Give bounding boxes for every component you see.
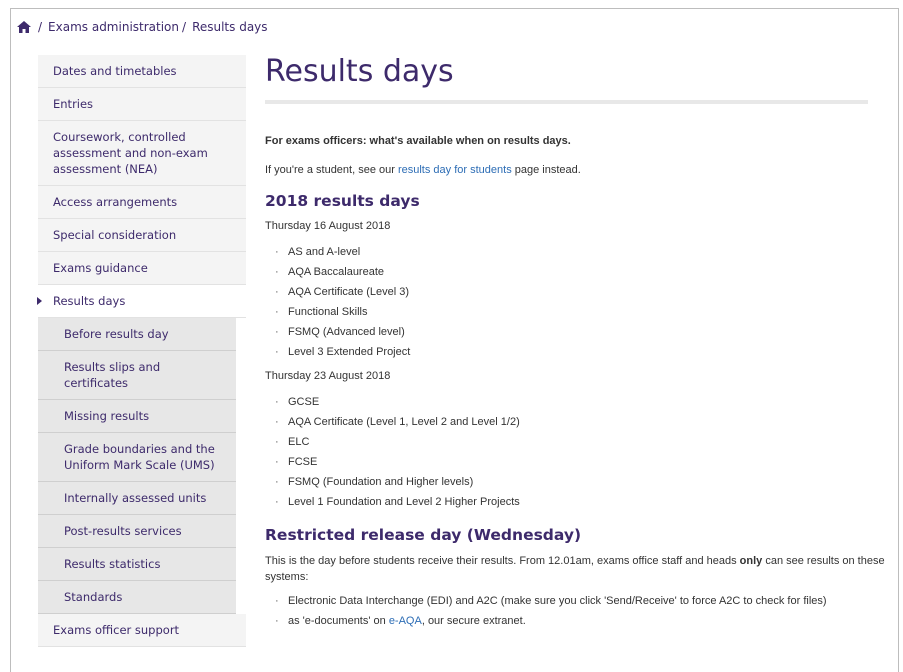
date-16-august: Thursday 16 August 2018	[265, 220, 391, 232]
breadcrumb-exams-administration[interactable]: Exams administration	[48, 20, 179, 34]
list-23-august: · GCSE · AQA Certificate (Level 1, Level 2…	[265, 392, 895, 512]
list-item: · AQA Certificate (Level 1, Level 2 and L…	[275, 416, 520, 428]
sidebar-subitem-grade-boundaries[interactable]: Grade boundaries and the Uniform Mark Sc…	[38, 433, 236, 482]
page-title: Results days	[265, 54, 454, 89]
sidebar-item-access-arrangements[interactable]: Access arrangements	[38, 186, 246, 219]
list-item: · FSMQ (Advanced level)	[275, 326, 405, 338]
home-icon[interactable]	[17, 21, 31, 33]
student-note-pre: If you're a student, see our	[265, 164, 398, 176]
list-item: · Functional Skills	[275, 306, 368, 318]
sidebar-nav: Dates and timetables Entries Coursework,…	[37, 55, 246, 647]
sidebar-item-special-consideration[interactable]: Special consideration	[38, 219, 246, 252]
sidebar-item-coursework[interactable]: Coursework, controlled assessment and no…	[38, 121, 246, 186]
sidebar-item-entries[interactable]: Entries	[38, 88, 246, 121]
sidebar-item-results-days[interactable]: Results days	[37, 285, 246, 318]
results-day-for-students-link[interactable]: results day for students	[398, 164, 512, 176]
date-23-august: Thursday 23 August 2018	[265, 370, 391, 382]
sidebar-item-exams-officer-support[interactable]: Exams officer support	[38, 614, 246, 647]
sidebar-subitem-before-results-day[interactable]: Before results day	[38, 318, 236, 351]
main-content: Results days For exams officers: what's …	[265, 52, 895, 631]
list-item: · FSMQ (Foundation and Higher levels)	[275, 476, 474, 488]
list-item: · AQA Certificate (Level 3)	[275, 286, 410, 298]
list-item: · Level 1 Foundation and Level 2 Higher P…	[275, 496, 520, 508]
list-item: · AS and A-level	[275, 246, 361, 258]
list-16-august: · AS and A-level · AQA Baccalaureate · AQA …	[265, 242, 895, 362]
intro-text: For exams officers: what's available whe…	[265, 135, 571, 147]
sidebar-subitem-missing-results[interactable]: Missing results	[38, 400, 236, 433]
sidebar-subitem-post-results-services[interactable]: Post-results services	[38, 515, 236, 548]
list-item: · as 'e-documents' on e-AQA, our secure e…	[275, 615, 526, 627]
list-item: · FCSE	[275, 456, 318, 468]
heading-2018-results-days: 2018 results days	[265, 192, 420, 210]
sidebar-item-dates-and-timetables[interactable]: Dates and timetables	[38, 55, 246, 88]
breadcrumb: / Exams administration / Results days	[17, 20, 268, 34]
restricted-release-text: This is the day before students receive …	[265, 555, 885, 583]
sidebar-subitem-internally-assessed-units[interactable]: Internally assessed units	[38, 482, 236, 515]
caret-right-icon	[37, 297, 42, 305]
breadcrumb-separator: /	[38, 20, 43, 34]
title-divider	[265, 100, 868, 104]
heading-restricted-release-day: Restricted release day (Wednesday)	[265, 526, 582, 544]
student-note-post: page instead.	[511, 164, 581, 176]
list-item: · Electronic Data Interchange (EDI) and A…	[275, 595, 827, 607]
sidebar-subitem-standards[interactable]: Standards	[38, 581, 236, 614]
systems-list: · Electronic Data Interchange (EDI) and A…	[265, 591, 895, 631]
breadcrumb-separator: /	[182, 20, 187, 34]
student-note: If you're a student, see our results day…	[265, 162, 895, 178]
list-item: · AQA Baccalaureate	[275, 266, 385, 278]
sidebar-subitem-results-slips[interactable]: Results slips and certificates	[38, 351, 236, 400]
breadcrumb-results-days[interactable]: Results days	[192, 20, 267, 34]
sidebar-item-label: Results days	[53, 294, 126, 308]
sidebar-item-exams-guidance[interactable]: Exams guidance	[38, 252, 246, 285]
list-item: · Level 3 Extended Project	[275, 346, 411, 358]
list-item: · ELC	[275, 436, 310, 448]
e-aqa-link[interactable]: e-AQA	[389, 615, 422, 627]
list-item: · GCSE	[275, 396, 320, 408]
sidebar-subitem-results-statistics[interactable]: Results statistics	[38, 548, 236, 581]
